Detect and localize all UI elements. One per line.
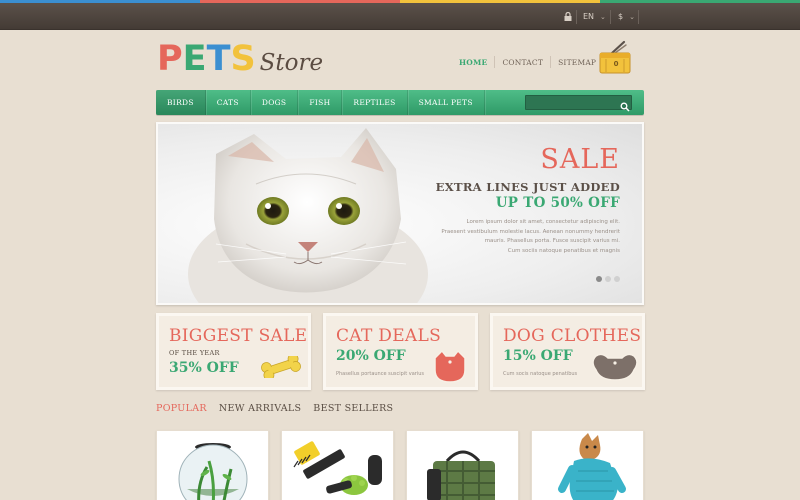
nav-home-link[interactable]: HOME <box>452 58 494 67</box>
hero-slider[interactable]: SALE EXTRA LINES JUST ADDED UP TO 50% OF… <box>156 122 644 305</box>
category-birds[interactable]: BIRDS <box>156 90 206 115</box>
tab-best-sellers[interactable]: BEST SELLERS <box>313 403 393 414</box>
promo-cat-deals[interactable]: CAT DEALS 20% OFF Phasellus portaunce su… <box>323 313 478 390</box>
category-dogs[interactable]: DOGS <box>251 90 299 115</box>
product-card[interactable] <box>156 430 269 500</box>
dog-sweater-image <box>558 433 626 500</box>
dog-tag-icon <box>592 353 638 381</box>
slider-dot[interactable] <box>605 276 611 282</box>
tab-popular[interactable]: POPULAR <box>156 403 207 414</box>
promo-title: BIGGEST SALE <box>169 326 308 346</box>
logo-letter: E <box>182 39 207 79</box>
logo-letter: S <box>230 39 256 79</box>
chevron-down-icon: ⌄ <box>600 12 606 21</box>
slider-title: SALE <box>540 144 620 175</box>
slider-dot[interactable] <box>596 276 602 282</box>
logo-letter: T <box>206 39 231 79</box>
promo-biggest-sale[interactable]: BIGGEST SALE OF THE YEAR 35% OFF <box>156 313 311 390</box>
category-cats[interactable]: CATS <box>206 90 251 115</box>
fish-bowl-image <box>178 443 248 500</box>
currency-selector[interactable]: $ ⌄ <box>618 3 635 30</box>
language-value: EN <box>583 12 595 21</box>
bone-icon <box>261 356 301 378</box>
logo-letter: P <box>157 39 183 79</box>
currency-value: $ <box>618 12 624 21</box>
promo-text: Cum socis natoque penatibus <box>503 371 578 377</box>
logo-store: Store <box>259 50 324 76</box>
top-utility-bar: EN ⌄ $ ⌄ <box>0 3 800 30</box>
product-tabs: POPULAR NEW ARRIVALS BEST SELLERS <box>156 403 393 414</box>
product-card[interactable] <box>531 430 644 500</box>
grooming-brush-image <box>293 441 382 495</box>
search-input[interactable] <box>526 103 618 116</box>
cat-hero-image <box>188 128 428 303</box>
chevron-down-icon: ⌄ <box>629 12 635 21</box>
tab-new-arrivals[interactable]: NEW ARRIVALS <box>219 403 301 414</box>
pet-carrier-image <box>427 450 495 500</box>
slider-description: Lorem ipsum dolor sit amet, consectetur … <box>441 219 620 254</box>
cart-count: 0 <box>613 60 619 68</box>
site-logo[interactable]: PETS Store <box>157 39 323 79</box>
slider-discount: UP TO 50% OFF <box>495 195 620 211</box>
slider-pagination <box>596 276 620 282</box>
slider-subtitle: EXTRA LINES JUST ADDED <box>435 180 620 194</box>
language-selector[interactable]: EN ⌄ <box>583 3 606 30</box>
promo-title: CAT DEALS <box>336 326 442 346</box>
search-box <box>525 95 632 116</box>
product-card[interactable] <box>406 430 519 500</box>
lock-icon[interactable] <box>564 3 573 30</box>
cart-basket-icon[interactable] <box>596 39 634 77</box>
promo-dog-clothes[interactable]: DOG CLOTHES 15% OFF Cum socis natoque pe… <box>490 313 645 390</box>
promo-subtitle: OF THE YEAR <box>169 349 220 357</box>
promo-discount: 15% OFF <box>503 348 573 364</box>
category-small-pets[interactable]: SMALL PETS <box>408 90 485 115</box>
logo-pets: PETS <box>157 39 256 79</box>
category-fish[interactable]: FISH <box>298 90 343 115</box>
category-reptiles[interactable]: REPTILES <box>342 90 408 115</box>
product-card[interactable] <box>281 430 394 500</box>
search-icon[interactable] <box>620 97 630 112</box>
top-navigation: HOME CONTACT SITEMAP <box>452 56 603 68</box>
promo-title: DOG CLOTHES <box>503 326 642 346</box>
promo-discount: 35% OFF <box>169 360 239 376</box>
promo-discount: 20% OFF <box>336 348 406 364</box>
promo-text: Phasellus portaunce suscipit varius <box>336 371 425 377</box>
slider-dot[interactable] <box>614 276 620 282</box>
nav-contact-link[interactable]: CONTACT <box>495 58 550 67</box>
cat-tag-icon <box>434 350 466 383</box>
